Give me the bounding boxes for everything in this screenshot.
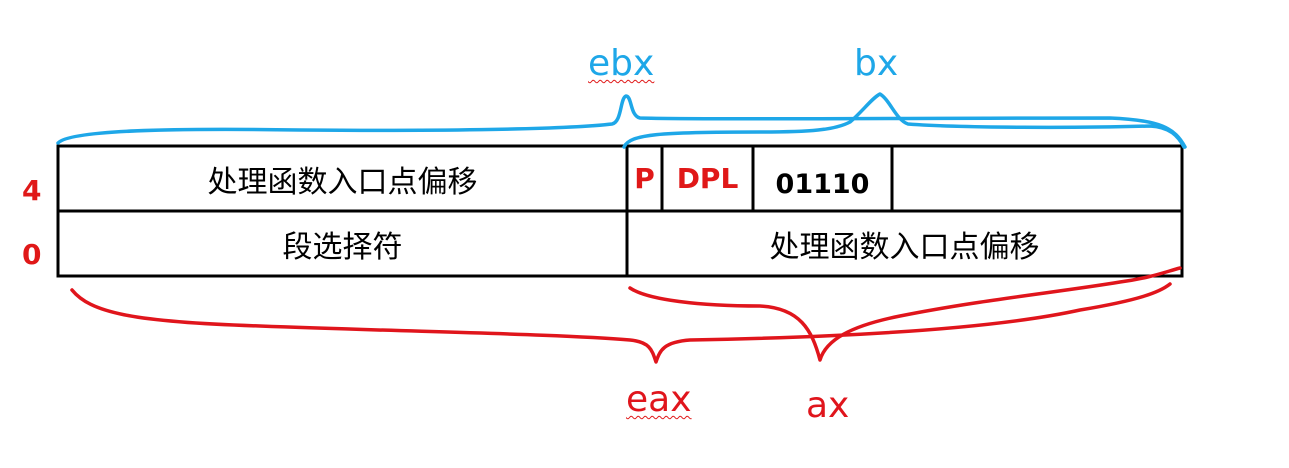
bx-label: bx [854,43,899,84]
ax-brace [628,266,1182,362]
present-flag-cell: P [634,162,655,195]
handler-offset-high-cell: 处理函数入口点偏移 [207,164,478,200]
handler-offset-low-cell: 处理函数入口点偏移 [769,229,1040,265]
eax-brace [70,282,1172,364]
segment-selector-cell: 段选择符 [282,229,403,265]
type-bits-cell: 01110 [775,169,870,200]
ebx-brace [56,94,1187,149]
ax-label: ax [806,385,850,426]
eax-label: eax [626,379,692,420]
ebx-label: ebx [588,43,655,84]
row-index-4: 4 [22,174,42,207]
reserved-cell [892,146,1182,211]
row-index-0: 0 [22,238,42,271]
dpl-cell: DPL [676,162,739,195]
bx-brace [622,92,1186,149]
